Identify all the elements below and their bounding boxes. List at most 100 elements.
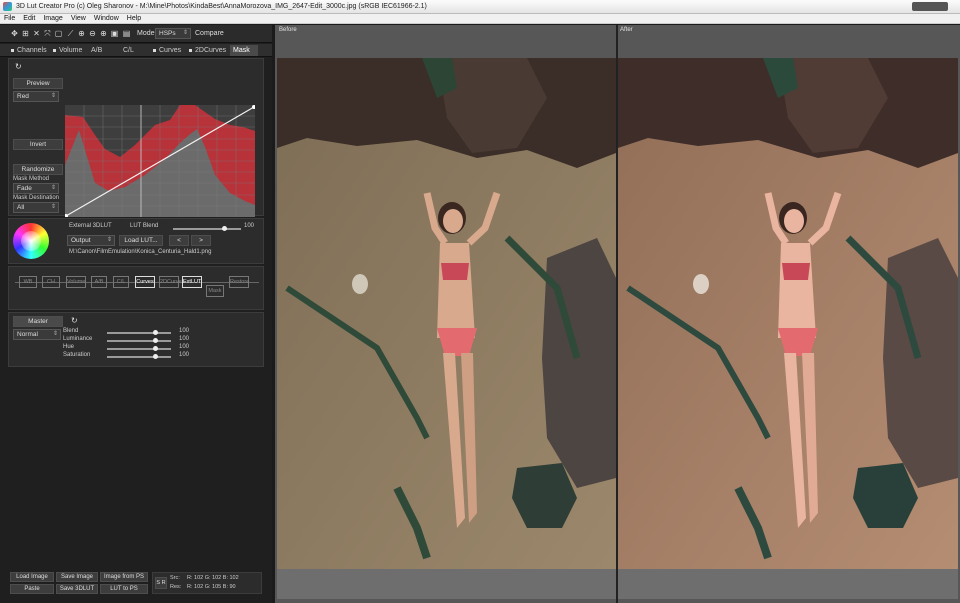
window-controls[interactable] <box>912 2 948 11</box>
menu-edit[interactable]: Edit <box>19 14 39 23</box>
master-tab[interactable]: Master <box>13 316 63 327</box>
slider-knob[interactable] <box>153 330 158 335</box>
res-label: Res: <box>170 584 182 590</box>
pipeline-panel: WB CH Volume A/B C/L Curves 2DCurves Ext… <box>8 266 264 310</box>
mask-method-value: Fade <box>17 185 32 192</box>
pipeline-node-mask[interactable]: Mask <box>206 285 224 297</box>
tab-label: Mask <box>233 47 250 54</box>
mask-destination-value: All <box>17 204 25 211</box>
grid-icon[interactable]: ⊞ <box>21 29 30 38</box>
slider-knob[interactable] <box>153 338 158 343</box>
tab-label: Curves <box>159 47 182 54</box>
blend-mode-select[interactable]: Normal ⇕ <box>13 329 61 340</box>
lut-path: M:\Canon\FilmEmulation\Konica_Centuria_H… <box>69 249 212 255</box>
spinner-icon: ⇕ <box>50 93 56 99</box>
prev-lut-button[interactable]: < <box>169 235 189 246</box>
fit-icon[interactable]: ▣ <box>110 29 119 38</box>
spinner-icon: ⇕ <box>50 204 56 210</box>
mask-curve-graph[interactable] <box>65 105 255 217</box>
tab-cl[interactable]: C/L <box>120 45 148 56</box>
tab-indicator-icon <box>53 48 56 52</box>
sr-toggle[interactable]: S R <box>155 577 167 589</box>
saturation-value: 100 <box>179 352 190 358</box>
pipeline-node-curves[interactable]: Curves <box>135 276 155 288</box>
reset-icon[interactable]: ↻ <box>15 62 22 71</box>
pipeline-node-ch[interactable]: CH <box>42 276 60 288</box>
lut-output-select[interactable]: Output ⇕ <box>67 235 115 246</box>
before-scroll-area <box>277 569 616 599</box>
select-rect-icon[interactable]: ▢ <box>54 29 63 38</box>
tab-channels[interactable]: Channels <box>8 45 48 56</box>
pipeline-node-wb[interactable]: WB <box>19 276 37 288</box>
mask-method-select[interactable]: Fade ⇕ <box>13 183 59 194</box>
image-from-ps-button[interactable]: Image from PS <box>100 572 148 582</box>
tab-label: 2DCurves <box>195 47 227 54</box>
src-label: Src: <box>170 575 180 581</box>
paste-button[interactable]: Paste <box>10 584 54 594</box>
hue-label: Hue <box>63 344 75 350</box>
menu-file[interactable]: File <box>0 14 19 23</box>
tab-mask[interactable]: Mask <box>230 45 258 56</box>
hue-slider[interactable] <box>107 346 171 351</box>
mask-destination-label: Mask Destination <box>13 195 60 201</box>
luminance-slider[interactable] <box>107 338 171 343</box>
tab-volume[interactable]: Volume <box>50 45 86 56</box>
menu-image[interactable]: Image <box>39 14 66 23</box>
menu-view[interactable]: View <box>67 14 90 23</box>
menu-window[interactable]: Window <box>90 14 123 23</box>
tab-ab[interactable]: A/B <box>88 45 110 56</box>
save-3dlut-button[interactable]: Save 3DLUT <box>56 584 98 594</box>
lut-blend-slider[interactable] <box>173 226 241 231</box>
pipeline-node-volume[interactable]: Volume <box>66 276 86 288</box>
layout-icon[interactable]: ▤ <box>122 29 131 38</box>
reset-icon[interactable]: ↻ <box>71 316 78 325</box>
after-image[interactable] <box>618 58 958 569</box>
invert-button[interactable]: Invert <box>13 139 63 150</box>
zoom-icon[interactable]: ⊕ <box>77 29 86 38</box>
menu-help[interactable]: Help <box>123 14 145 23</box>
res-values: R: 102 G: 105 B: 90 <box>187 584 236 590</box>
bottom-bar: Load Image Save Image Image from PS Past… <box>10 570 262 596</box>
pipeline-node-extlut[interactable]: ExtLUT <box>182 276 202 288</box>
saturation-label: Saturation <box>63 352 91 358</box>
randomize-button[interactable]: Randomize <box>13 164 63 175</box>
tab-2dcurves[interactable]: 2DCurves <box>186 45 230 56</box>
pipeline-node-2dcurves[interactable]: 2DCurves <box>159 276 184 288</box>
tab-label: Volume <box>59 47 83 54</box>
preview-button[interactable]: Preview <box>13 78 63 89</box>
zoom-in-icon[interactable]: ⊕ <box>99 29 108 38</box>
eyedropper-icon[interactable]: ⟋ <box>66 29 75 38</box>
compare-button[interactable]: Compare <box>195 30 224 37</box>
save-image-button[interactable]: Save Image <box>56 572 98 582</box>
pipeline-node-cl[interactable]: C/L <box>113 276 129 288</box>
move-icon[interactable]: ✥ <box>10 29 19 38</box>
before-image[interactable] <box>277 58 616 569</box>
slider-knob[interactable] <box>153 354 158 359</box>
luminance-label: Luminance <box>63 336 93 342</box>
cross-icon[interactable]: ✕ <box>32 29 41 38</box>
load-image-button[interactable]: Load Image <box>10 572 54 582</box>
zoom-out-icon[interactable]: ⊖ <box>88 29 97 38</box>
tab-bar: Channels Volume A/B C/L Curves 2DCurves … <box>0 44 272 57</box>
lut-to-ps-button[interactable]: LUT to PS <box>100 584 148 594</box>
blend-value: 100 <box>179 328 190 334</box>
blend-label: Blend <box>63 328 79 334</box>
load-lut-button[interactable]: Load LUT... <box>119 235 163 246</box>
mask-destination-select[interactable]: All ⇕ <box>13 202 59 213</box>
next-lut-button[interactable]: > <box>191 235 211 246</box>
pipeline-node-restore[interactable]: Restore <box>229 276 249 288</box>
saturation-slider[interactable] <box>107 354 171 359</box>
pipeline-node-ab[interactable]: A/B <box>91 276 107 288</box>
channel-value: Red <box>17 93 29 100</box>
model-select[interactable]: HSPs ⇕ <box>155 28 191 39</box>
expand-icon[interactable]: ⤧ <box>43 29 52 38</box>
external-lut-title: External 3DLUT <box>69 223 112 229</box>
blend-slider[interactable] <box>107 330 171 335</box>
tab-label: C/L <box>123 47 134 54</box>
slider-knob[interactable] <box>222 226 227 231</box>
slider-knob[interactable] <box>153 346 158 351</box>
tab-curves[interactable]: Curves <box>150 45 186 56</box>
channel-select[interactable]: Red ⇕ <box>13 91 59 102</box>
lut-output-value: Output <box>71 237 91 244</box>
left-panel: ✥ ⊞ ✕ ⤧ ▢ ⟋ ⊕ ⊖ ⊕ ▣ ▤ Model HSPs ⇕ Compar… <box>0 25 272 603</box>
